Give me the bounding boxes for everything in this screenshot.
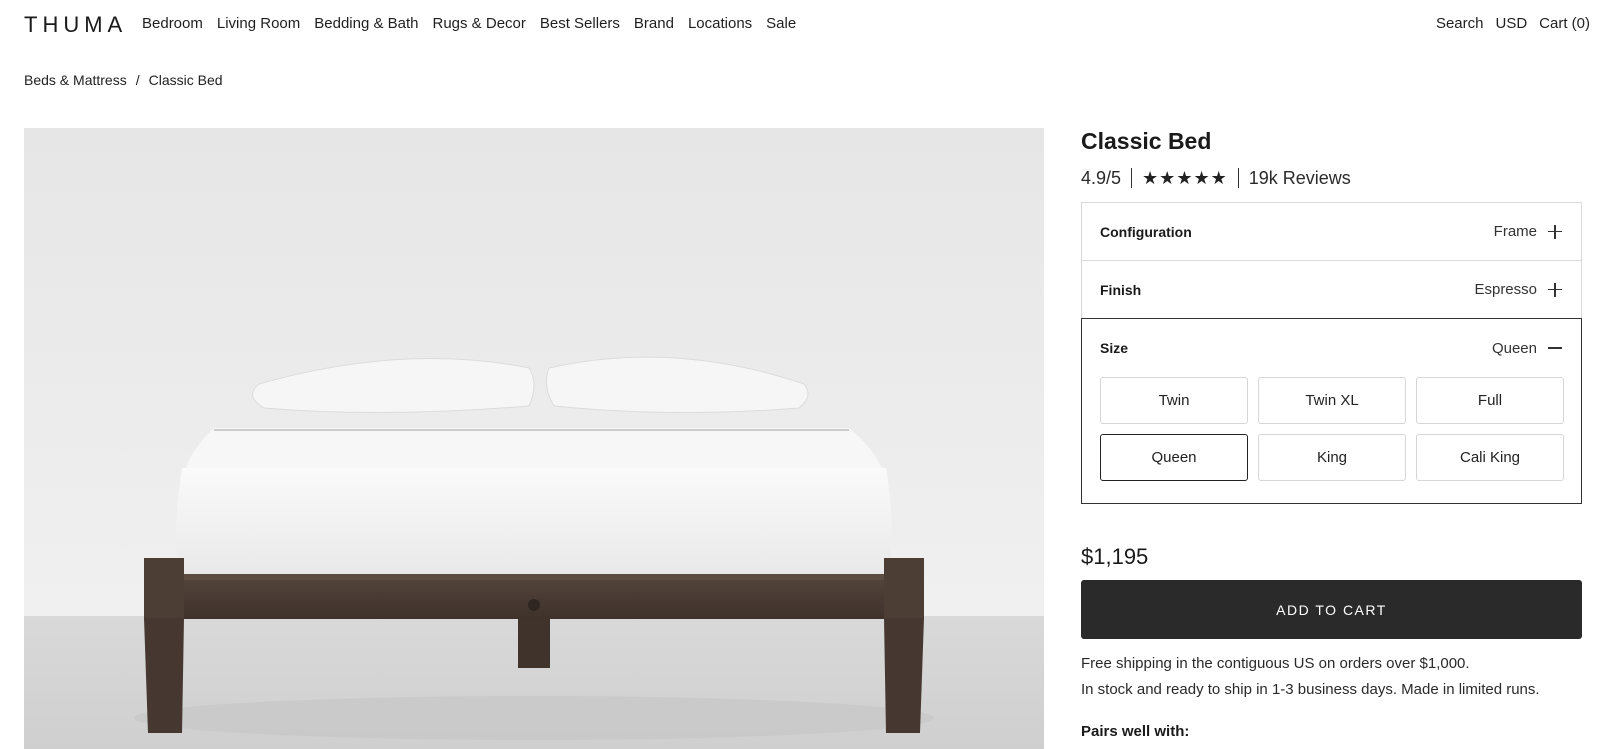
product-image[interactable] (24, 128, 1044, 749)
brand-logo[interactable]: THUMA (24, 12, 127, 38)
nav-item-living-room[interactable]: Living Room (217, 15, 300, 32)
shipping-line: Free shipping in the contiguous US on or… (1081, 655, 1470, 672)
breadcrumb-separator: / (135, 72, 140, 88)
minus-icon[interactable] (1547, 340, 1563, 356)
size-choices: Twin Twin XL Full Queen King Cali King (1100, 377, 1564, 481)
nav-item-brand[interactable]: Brand (634, 15, 674, 32)
pairs-well-heading: Pairs well with: (1081, 723, 1190, 740)
size-option-header[interactable]: Size Queen (1100, 319, 1563, 377)
size-option: Size Queen Twin Twin XL Full Queen King … (1081, 318, 1582, 504)
option-label: Finish (1100, 281, 1142, 298)
plus-icon[interactable] (1547, 282, 1563, 298)
rating-summary: 4.9/5 ★★★★★ 19k Reviews (1081, 166, 1582, 190)
cart-link[interactable]: Cart (0) (1539, 15, 1590, 32)
shipping-info: Free shipping in the contiguous US on or… (1081, 651, 1582, 703)
bed-illustration (24, 128, 1044, 749)
nav-item-locations[interactable]: Locations (688, 15, 752, 32)
reviews-link[interactable]: 19k Reviews (1249, 168, 1351, 189)
option-value: Frame (1493, 223, 1537, 240)
finish-option[interactable]: Finish Espresso (1082, 261, 1581, 319)
product-title: Classic Bed (1081, 128, 1212, 154)
breadcrumb-parent[interactable]: Beds & Mattress (24, 72, 127, 88)
nav-item-rugs-decor[interactable]: Rugs & Decor (433, 15, 526, 32)
size-button-full[interactable]: Full (1416, 377, 1564, 424)
currency-selector[interactable]: USD (1495, 15, 1527, 32)
configuration-option[interactable]: Configuration Frame (1082, 203, 1581, 261)
breadcrumb-current[interactable]: Classic Bed (149, 72, 223, 88)
option-value: Queen (1491, 339, 1537, 357)
product-price: $1,195 (1081, 544, 1149, 569)
size-button-king[interactable]: King (1258, 434, 1406, 481)
nav-item-bedroom[interactable]: Bedroom (142, 15, 203, 32)
stock-line: In stock and ready to ship in 1-3 busine… (1081, 681, 1540, 698)
nav-item-sale[interactable]: Sale (766, 15, 796, 32)
product-options: Configuration Frame Finish Espresso Size… (1081, 202, 1582, 504)
rating-divider (1237, 168, 1239, 188)
utility-nav: Search USD Cart (0) (1436, 15, 1590, 32)
size-button-cali-king[interactable]: Cali King (1416, 434, 1564, 481)
product-info: Classic Bed 4.9/5 ★★★★★ 19k Reviews Conf… (1081, 128, 1582, 740)
search-link[interactable]: Search (1436, 15, 1484, 32)
size-button-twin-xl[interactable]: Twin XL (1258, 377, 1406, 424)
option-label: Configuration (1100, 223, 1192, 240)
site-header: THUMA Bedroom Living Room Bedding & Bath… (0, 0, 1600, 50)
nav-item-bedding-bath[interactable]: Bedding & Bath (314, 15, 418, 32)
breadcrumb: Beds & Mattress / Classic Bed (24, 72, 223, 88)
option-value: Espresso (1474, 281, 1537, 298)
rating-score: 4.9/5 (1081, 167, 1122, 188)
plus-icon[interactable] (1547, 224, 1563, 240)
size-button-queen[interactable]: Queen (1100, 434, 1248, 481)
add-to-cart-button[interactable]: ADD TO CART (1081, 580, 1582, 639)
rating-divider (1131, 168, 1133, 188)
nav-item-best-sellers[interactable]: Best Sellers (540, 15, 620, 32)
main-nav: Bedroom Living Room Bedding & Bath Rugs … (142, 15, 796, 32)
star-rating-icon: ★★★★★ (1142, 167, 1228, 188)
option-label: Size (1100, 340, 1129, 356)
size-button-twin[interactable]: Twin (1100, 377, 1248, 424)
